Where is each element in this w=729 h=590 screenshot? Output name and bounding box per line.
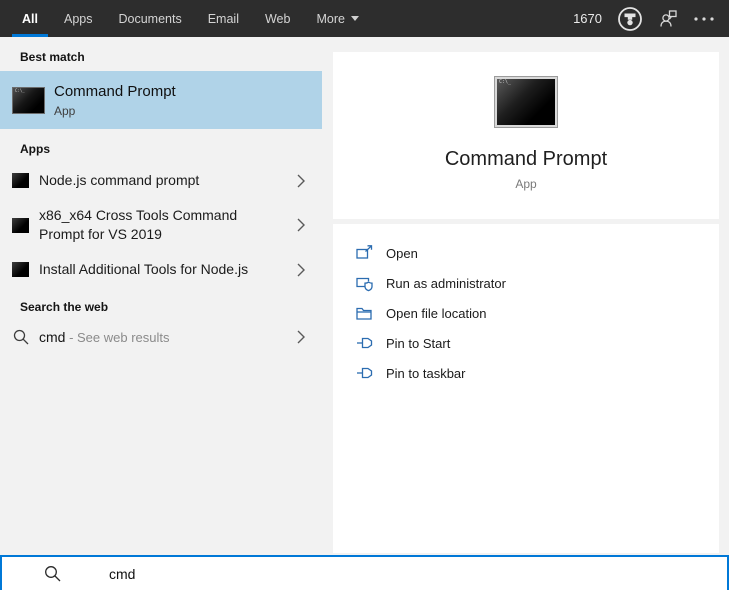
folder-icon bbox=[355, 304, 373, 322]
best-match-result-command-prompt[interactable]: C:\_ Command Prompt App bbox=[0, 71, 322, 129]
action-pin-to-start[interactable]: Pin to Start bbox=[333, 328, 719, 358]
admin-shield-icon bbox=[355, 274, 373, 292]
header-right-cluster: 1670 bbox=[573, 6, 729, 32]
taskbar-search-box[interactable] bbox=[0, 555, 729, 590]
terminal-prompt-text: C:\_ bbox=[15, 87, 25, 93]
tab-apps-label: Apps bbox=[63, 11, 93, 26]
tab-apps[interactable]: Apps bbox=[64, 0, 93, 37]
tab-all-label: All bbox=[22, 11, 38, 26]
search-input[interactable] bbox=[107, 564, 611, 583]
action-pin-to-taskbar[interactable]: Pin to taskbar bbox=[333, 358, 719, 388]
search-header-bar: All Apps Documents Email Web More 1670 bbox=[0, 0, 729, 37]
chevron-right-icon bbox=[296, 174, 306, 188]
query: cmd bbox=[39, 329, 66, 345]
result-title: Install Additional Tools for Node.js bbox=[39, 261, 249, 277]
open-icon bbox=[355, 244, 373, 262]
preview-pane-header: C:\_ Command Prompt App bbox=[333, 52, 719, 219]
search-the-web-header: Search the web bbox=[20, 300, 109, 314]
tab-documents[interactable]: Documents bbox=[118, 0, 181, 37]
web-query-text: cmd - See web results bbox=[39, 329, 296, 345]
chevron-right-icon bbox=[296, 263, 306, 277]
pin-icon bbox=[355, 364, 373, 382]
action-open-file-location[interactable]: Open file location bbox=[333, 298, 719, 328]
rewards-points: 1670 bbox=[573, 11, 602, 26]
action-label: Pin to taskbar bbox=[386, 365, 466, 381]
tab-web[interactable]: Web bbox=[265, 0, 290, 37]
pin-icon bbox=[355, 334, 373, 352]
action-label: Run as administrator bbox=[386, 275, 506, 291]
action-label: Open file location bbox=[386, 305, 487, 321]
see-web-results-text: - See web results bbox=[65, 330, 170, 345]
apps-header: Apps bbox=[20, 142, 50, 156]
search-icon bbox=[44, 565, 61, 582]
result-title: Command Prompt bbox=[54, 83, 176, 100]
action-label: Pin to Start bbox=[386, 335, 451, 351]
app-result-nodejs-command-prompt[interactable]: Node.js command prompt bbox=[0, 163, 322, 198]
chevron-right-icon bbox=[296, 218, 306, 232]
web-search-result-cmd[interactable]: cmd - See web results bbox=[0, 321, 322, 353]
tab-more[interactable]: More bbox=[316, 0, 359, 37]
app-result-x86-x64-cross-tools[interactable]: x86_x64 Cross Tools Command Prompt for V… bbox=[0, 198, 322, 252]
tab-web-label: Web bbox=[264, 11, 291, 26]
command-prompt-icon: C:\_ bbox=[12, 86, 45, 114]
command-prompt-icon bbox=[12, 173, 29, 188]
search-icon bbox=[12, 329, 29, 345]
chevron-right-icon bbox=[296, 330, 306, 344]
result-subtitle: App bbox=[54, 104, 76, 118]
preview-title: Command Prompt bbox=[444, 148, 608, 170]
app-result-install-additional-tools[interactable]: Install Additional Tools for Node.js bbox=[0, 252, 322, 287]
tab-more-label: More bbox=[316, 11, 345, 26]
best-match-text: Command Prompt App bbox=[54, 82, 176, 118]
tab-all[interactable]: All bbox=[12, 0, 48, 37]
action-run-as-administrator[interactable]: Run as administrator bbox=[333, 268, 719, 298]
rewards-medal-icon[interactable] bbox=[617, 6, 643, 32]
feedback-icon[interactable] bbox=[658, 8, 679, 29]
preview-actions-pane: Open Run as administrator Open file loca… bbox=[333, 224, 719, 553]
chevron-down-icon bbox=[350, 16, 359, 21]
filter-tabs: All Apps Documents Email Web More bbox=[12, 0, 359, 37]
tab-email-label: Email bbox=[207, 11, 239, 26]
tab-documents-label: Documents bbox=[118, 11, 182, 26]
more-options-icon[interactable] bbox=[694, 16, 714, 21]
result-title: Node.js command prompt bbox=[39, 172, 200, 188]
best-match-header: Best match bbox=[20, 50, 85, 64]
terminal-prompt-text: C:\_ bbox=[499, 79, 512, 85]
results-panel: Best match C:\_ Command Prompt App Apps … bbox=[0, 37, 322, 555]
result-title: x86_x64 Cross Tools Command Prompt for V… bbox=[39, 207, 238, 242]
tab-email[interactable]: Email bbox=[208, 0, 239, 37]
action-label: Open bbox=[386, 245, 418, 261]
command-prompt-icon-large: C:\_ bbox=[495, 77, 557, 127]
action-open[interactable]: Open bbox=[333, 238, 719, 268]
command-prompt-icon bbox=[12, 262, 29, 277]
command-prompt-icon bbox=[12, 217, 29, 233]
preview-subtitle: App bbox=[515, 177, 537, 191]
